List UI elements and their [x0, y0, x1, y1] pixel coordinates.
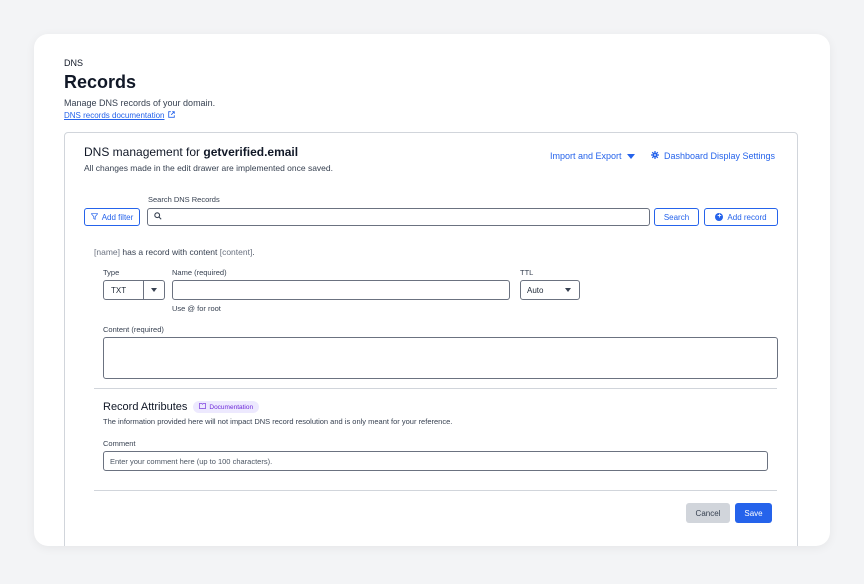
- hint-end-text: .: [252, 247, 255, 257]
- filter-icon: [90, 212, 99, 222]
- book-icon: [199, 403, 207, 411]
- section-divider: [94, 388, 777, 389]
- dashboard-display-settings-button[interactable]: Dashboard Display Settings: [651, 151, 775, 161]
- dns-management-heading: DNS management for getverified.email: [84, 145, 298, 159]
- name-helper-text: Use @ for root: [172, 304, 221, 313]
- doc-link-label: DNS records documentation: [64, 111, 165, 120]
- import-export-button[interactable]: Import and Export: [550, 151, 635, 161]
- hint-content-placeholder: [content]: [219, 247, 253, 257]
- caret-down-icon: [626, 153, 635, 159]
- comment-input[interactable]: Enter your comment here (up to 100 chara…: [103, 451, 768, 471]
- breadcrumb: DNS: [64, 58, 84, 68]
- ttl-select[interactable]: Auto: [520, 280, 580, 300]
- add-record-button[interactable]: + Add record: [704, 208, 778, 226]
- chevron-down-icon: [565, 288, 571, 292]
- section-divider: [94, 490, 777, 491]
- record-attributes-title: Record Attributes: [103, 401, 188, 413]
- page-subtitle: Manage DNS records of your domain.: [64, 98, 216, 108]
- dashboard-display-settings-label: Dashboard Display Settings: [664, 151, 776, 161]
- comment-label: Comment: [103, 439, 136, 448]
- record-attributes-heading: Record Attributes Documentation: [103, 401, 260, 413]
- search-button[interactable]: Search: [654, 208, 699, 226]
- hint-middle-text: has a record with content: [120, 247, 220, 257]
- ttl-label: TTL: [520, 268, 534, 277]
- dns-management-panel: DNS management for getverified.email All…: [64, 132, 798, 546]
- cancel-button[interactable]: Cancel: [686, 503, 730, 523]
- search-icon: [154, 212, 162, 222]
- add-filter-label: Add filter: [101, 212, 134, 222]
- import-export-label: Import and Export: [550, 151, 622, 161]
- add-record-label: Add record: [727, 212, 767, 222]
- search-input[interactable]: [147, 208, 650, 226]
- external-link-icon: [167, 111, 175, 120]
- chevron-down-icon: [151, 288, 157, 292]
- record-attributes-description: The information provided here will not i…: [103, 417, 453, 426]
- type-select-value: TXT: [111, 285, 127, 295]
- add-filter-button[interactable]: Add filter: [84, 208, 140, 226]
- dns-records-card: DNS Records Manage DNS records of your d…: [34, 34, 830, 546]
- page-title: Records: [64, 72, 137, 92]
- type-select[interactable]: TXT: [103, 280, 165, 300]
- type-dropdown-button[interactable]: [143, 281, 164, 299]
- gear-icon: [651, 151, 659, 161]
- documentation-badge-label: Documentation: [209, 403, 254, 411]
- dns-management-prefix: DNS management for: [84, 145, 204, 159]
- hint-name-placeholder: [name]: [94, 247, 120, 257]
- content-label: Content (required): [103, 325, 164, 334]
- type-label: Type: [103, 268, 120, 277]
- ttl-select-value: Auto: [527, 285, 544, 295]
- content-textarea[interactable]: [103, 337, 778, 379]
- save-button[interactable]: Save: [735, 503, 772, 523]
- dns-management-note: All changes made in the edit drawer are …: [84, 163, 334, 173]
- name-label: Name (required): [172, 268, 227, 277]
- dns-records-documentation-link[interactable]: DNS records documentation: [64, 111, 175, 120]
- name-input[interactable]: [172, 280, 510, 300]
- documentation-badge[interactable]: Documentation: [193, 401, 260, 413]
- domain-name: getverified.email: [203, 145, 299, 159]
- record-preview-hint: [name] has a record with content [conten…: [94, 247, 255, 257]
- search-label: Search DNS Records: [148, 195, 220, 204]
- plus-circle-icon: +: [715, 213, 724, 221]
